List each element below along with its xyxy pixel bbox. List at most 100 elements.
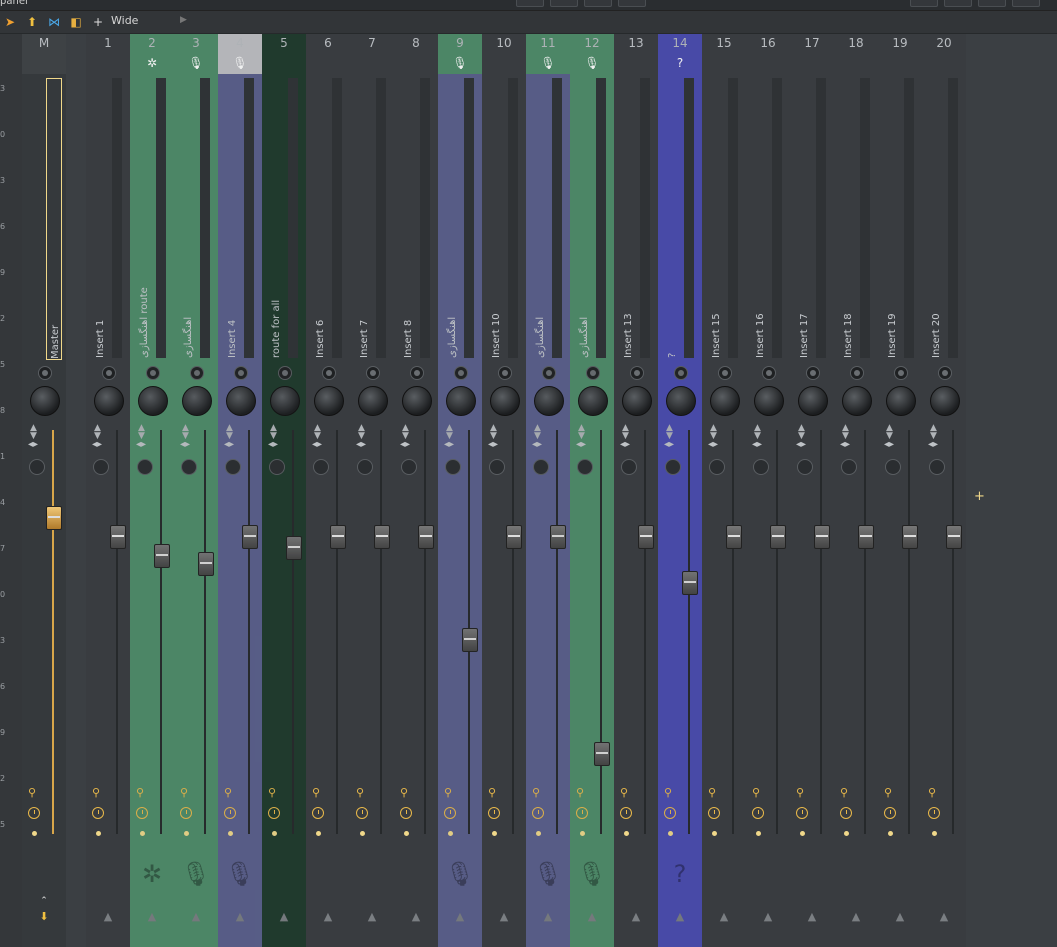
caret-up-icon[interactable]: ⌃ [22,896,66,906]
pan-knob[interactable] [358,386,388,416]
route-indicator[interactable] [38,366,52,380]
pan-knob[interactable] [754,386,784,416]
strip-name[interactable]: Insert 10 [488,78,504,358]
swap-channels-icon[interactable]: ◂▸ [664,439,674,450]
clock-icon[interactable] [136,807,148,819]
stereo-separation-icon[interactable]: ▲ ▼ [182,424,189,441]
clock-icon[interactable] [664,807,676,819]
enable-dot[interactable] [184,831,189,836]
strip-name[interactable]: اهنگسازی [180,78,196,358]
small-knob[interactable] [225,459,241,475]
enable-dot[interactable] [712,831,717,836]
swap-channels-icon[interactable]: ◂▸ [400,439,410,450]
swap-channels-icon[interactable]: ◂▸ [356,439,366,450]
swap-channels-icon[interactable]: ◂▸ [136,439,146,450]
bulb-icon[interactable]: ⚲ [312,786,320,799]
route-indicator[interactable] [366,366,380,380]
strip-name[interactable]: اهنگسازی [576,78,592,358]
arrow-up-icon[interactable]: ▲ [218,910,262,923]
small-knob[interactable] [797,459,813,475]
pan-knob[interactable] [94,386,124,416]
enable-dot[interactable] [228,831,233,836]
stereo-separation-icon[interactable]: ▲ ▼ [534,424,541,441]
strip-name[interactable]: Insert 1 [92,78,108,358]
volume-fader[interactable] [814,525,830,549]
pan-knob[interactable] [446,386,476,416]
strip-header[interactable]: 9 🎙 [438,34,482,74]
pan-knob[interactable] [226,386,256,416]
arrow-up-icon[interactable]: ▲ [86,910,130,923]
strip-header[interactable]: 13 [614,34,658,74]
pan-knob[interactable] [402,386,432,416]
stereo-separation-icon[interactable]: ▲ ▼ [226,424,233,441]
enable-dot[interactable] [140,831,145,836]
bulb-icon[interactable]: ⚲ [884,786,892,799]
top-button[interactable] [584,0,612,7]
swap-channels-icon[interactable]: ◂▸ [532,439,542,450]
volume-fader[interactable] [946,525,962,549]
stereo-separation-icon[interactable]: ▲ ▼ [578,424,585,441]
bulb-icon[interactable]: ⚲ [92,786,100,799]
pin-icon[interactable]: ⬆ [24,14,40,30]
small-knob[interactable] [445,459,461,475]
route-indicator[interactable] [542,366,556,380]
bulb-icon[interactable]: ⚲ [488,786,496,799]
volume-fader[interactable] [286,536,302,561]
volume-fader[interactable] [638,525,654,549]
enable-dot[interactable] [624,831,629,836]
master-name-box[interactable]: Master [46,78,62,360]
stereo-separation-icon[interactable]: ▲ ▼ [886,424,893,441]
clock-icon[interactable] [268,807,280,819]
enable-dot[interactable] [32,831,37,836]
pan-knob[interactable] [622,386,652,416]
strip-header[interactable]: 10 [482,34,526,74]
pan-knob[interactable] [842,386,872,416]
volume-fader[interactable] [506,525,522,549]
route-indicator[interactable] [630,366,644,380]
stereo-separation-icon[interactable]: ▲ ▼ [138,424,145,441]
strip-header[interactable]: 1 [86,34,130,74]
stereo-separation-icon[interactable]: ▲ ▼ [314,424,321,441]
clock-icon[interactable] [312,807,324,819]
strip-name[interactable]: Insert 16 [752,78,768,358]
swap-channels-icon[interactable]: ◂▸ [444,439,454,450]
volume-fader[interactable] [330,525,346,549]
route-indicator[interactable] [498,366,512,380]
bulb-icon[interactable]: ⚲ [224,786,232,799]
clock-icon[interactable] [928,807,940,819]
volume-fader[interactable] [726,525,742,549]
bulb-icon[interactable]: ⚲ [840,786,848,799]
arrow-down-icon[interactable]: ⬇ [22,910,66,923]
arrow-up-icon[interactable]: ▲ [878,910,922,923]
strip-header[interactable]: 5 [262,34,306,74]
stereo-separation-icon[interactable]: ▲ ▼ [402,424,409,441]
small-knob[interactable] [621,459,637,475]
stereo-separation-icon[interactable]: ▲ ▼ [622,424,629,441]
strip-name[interactable]: اهنگسازی [444,78,460,358]
clock-icon[interactable] [180,807,192,819]
route-indicator[interactable] [190,366,204,380]
swap-channels-icon[interactable]: ◂▸ [840,439,850,450]
arrow-up-icon[interactable]: ▲ [174,910,218,923]
bulb-icon[interactable]: ⚲ [620,786,628,799]
enable-dot[interactable] [96,831,101,836]
strip-header[interactable]: 18 [834,34,878,74]
bulb-icon[interactable]: ⚲ [576,786,584,799]
strip-name[interactable]: Insert 7 [356,78,372,358]
preset-label[interactable]: Wide [111,14,138,27]
clock-icon[interactable] [796,807,808,819]
clock-icon[interactable] [752,807,764,819]
bulb-icon[interactable]: ⚲ [28,786,36,799]
pan-knob[interactable] [182,386,212,416]
bulb-icon[interactable]: ⚲ [796,786,804,799]
route-indicator[interactable] [850,366,864,380]
stereo-separation-icon[interactable]: ▲ ▼ [666,424,673,441]
arrow-up-icon[interactable]: ▲ [834,910,878,923]
small-knob[interactable] [357,459,373,475]
stereo-separation-icon[interactable]: ▲ ▼ [94,424,101,441]
swap-channels-icon[interactable]: ◂▸ [268,439,278,450]
route-indicator[interactable] [894,366,908,380]
clock-icon[interactable] [224,807,236,819]
top-button[interactable] [1012,0,1040,7]
volume-fader[interactable] [242,525,258,549]
